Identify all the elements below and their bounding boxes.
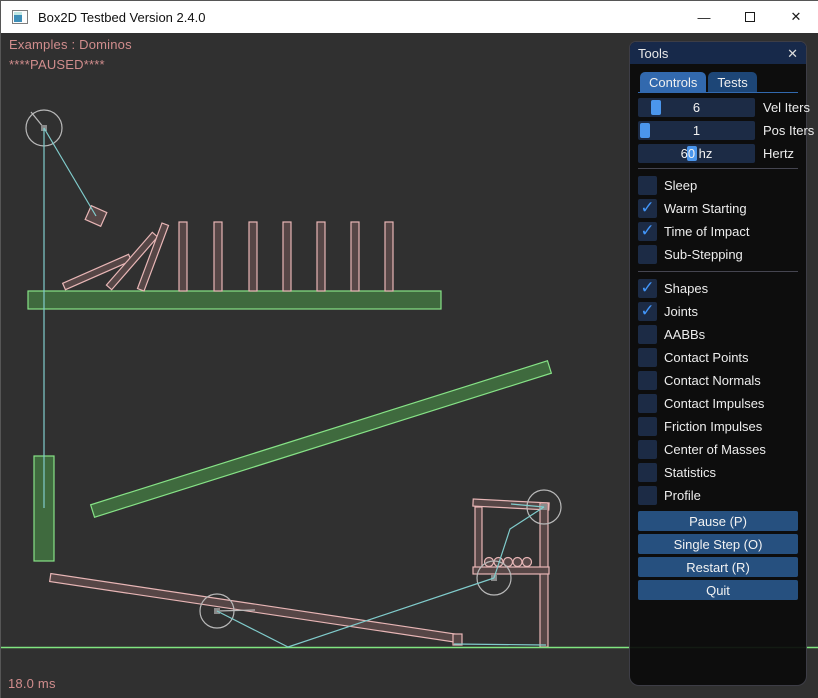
check-icon: ✓ [640, 222, 654, 239]
close-button[interactable]: ✕ [773, 1, 818, 33]
app-window: { "window": { "title": "Box2D Testbed Ve… [0, 0, 818, 698]
window-titlebar[interactable]: Box2D Testbed Version 2.4.0 — ✕ [1, 1, 818, 33]
checkbox-statistics[interactable]: ✓ Statistics [638, 461, 798, 484]
pause-button[interactable]: Pause (P) [638, 511, 798, 531]
checkbox-warm-starting[interactable]: ✓ Warm Starting [638, 197, 798, 220]
window-title: Box2D Testbed Version 2.4.0 [38, 10, 205, 25]
hertz-value: 60 hz [638, 144, 755, 163]
checkbox-center-of-masses[interactable]: ✓ Center of Masses [638, 438, 798, 461]
minimize-button[interactable]: — [681, 1, 727, 33]
pos-iters-value: 1 [638, 121, 755, 140]
check-icon: ✓ [640, 302, 654, 319]
paused-label: ****PAUSED**** [9, 57, 105, 72]
domino-upright[interactable] [179, 222, 187, 291]
restart-button[interactable]: Restart (R) [638, 557, 798, 577]
checkbox-joints[interactable]: ✓ Joints [638, 300, 798, 323]
seesaw-plank[interactable] [50, 574, 459, 643]
minimize-icon: — [698, 10, 711, 25]
example-label: Examples : Dominos [9, 37, 132, 52]
checkbox-profile[interactable]: ✓ Profile [638, 484, 798, 507]
tab-controls[interactable]: Controls [640, 72, 706, 92]
checkbox-contact-normals[interactable]: ✓ Contact Normals [638, 369, 798, 392]
tools-panel-titlebar[interactable]: Tools ✕ [630, 42, 806, 64]
frame-time-label: 18.0 ms [8, 676, 56, 691]
platform-static [28, 291, 441, 309]
single-step-button[interactable]: Single Step (O) [638, 534, 798, 554]
quit-button[interactable]: Quit [638, 580, 798, 600]
tools-tabbar: Controls Tests [640, 72, 798, 92]
tools-panel: Tools ✕ Controls Tests 6 Vel Iters 1 [629, 41, 807, 686]
diagonal-plank-static [91, 361, 552, 517]
check-icon: ✓ [640, 199, 654, 216]
vel-iters-value: 6 [638, 98, 755, 117]
maximize-icon [745, 12, 755, 22]
close-icon: ✕ [791, 9, 802, 25]
checkbox-sleep[interactable]: ✓ Sleep [638, 174, 798, 197]
tab-controls-label: Controls [649, 75, 697, 90]
checkbox-contact-impulses[interactable]: ✓ Contact Impulses [638, 392, 798, 415]
app-icon [12, 10, 28, 24]
domino-upright[interactable] [385, 222, 393, 291]
domino-upright[interactable] [351, 222, 359, 291]
tab-tests-label: Tests [717, 75, 747, 90]
domino-upright[interactable] [283, 222, 291, 291]
check-icon: ✓ [640, 279, 654, 296]
checkbox-sub-stepping[interactable]: ✓ Sub-Stepping [638, 243, 798, 266]
checkbox-contact-points[interactable]: ✓ Contact Points [638, 346, 798, 369]
pos-iters-label: Pos Iters [763, 123, 814, 138]
tabbar-underline [638, 92, 798, 93]
domino-upright[interactable] [214, 222, 222, 291]
tab-tests[interactable]: Tests [708, 72, 756, 92]
frame-structure[interactable] [473, 499, 549, 647]
hertz-slider[interactable]: 60 hz [638, 144, 755, 163]
vel-iters-label: Vel Iters [763, 100, 810, 115]
domino-upright[interactable] [317, 222, 325, 291]
small-box[interactable] [453, 634, 462, 645]
checkbox-aabbs[interactable]: ✓ AABBs [638, 323, 798, 346]
separator [638, 271, 798, 272]
tools-panel-title: Tools [638, 46, 668, 61]
checkbox-shapes[interactable]: ✓ Shapes [638, 277, 798, 300]
checkbox-time-of-impact[interactable]: ✓ Time of Impact [638, 220, 798, 243]
separator [638, 168, 798, 169]
checkbox-friction-impulses[interactable]: ✓ Friction Impulses [638, 415, 798, 438]
tools-close-icon[interactable]: ✕ [787, 47, 798, 60]
maximize-button[interactable] [727, 1, 773, 33]
domino-upright[interactable] [249, 222, 257, 291]
hertz-label: Hertz [763, 146, 794, 161]
shelf-balls[interactable] [485, 558, 532, 567]
pos-iters-slider[interactable]: 1 [638, 121, 755, 140]
vel-iters-slider[interactable]: 6 [638, 98, 755, 117]
